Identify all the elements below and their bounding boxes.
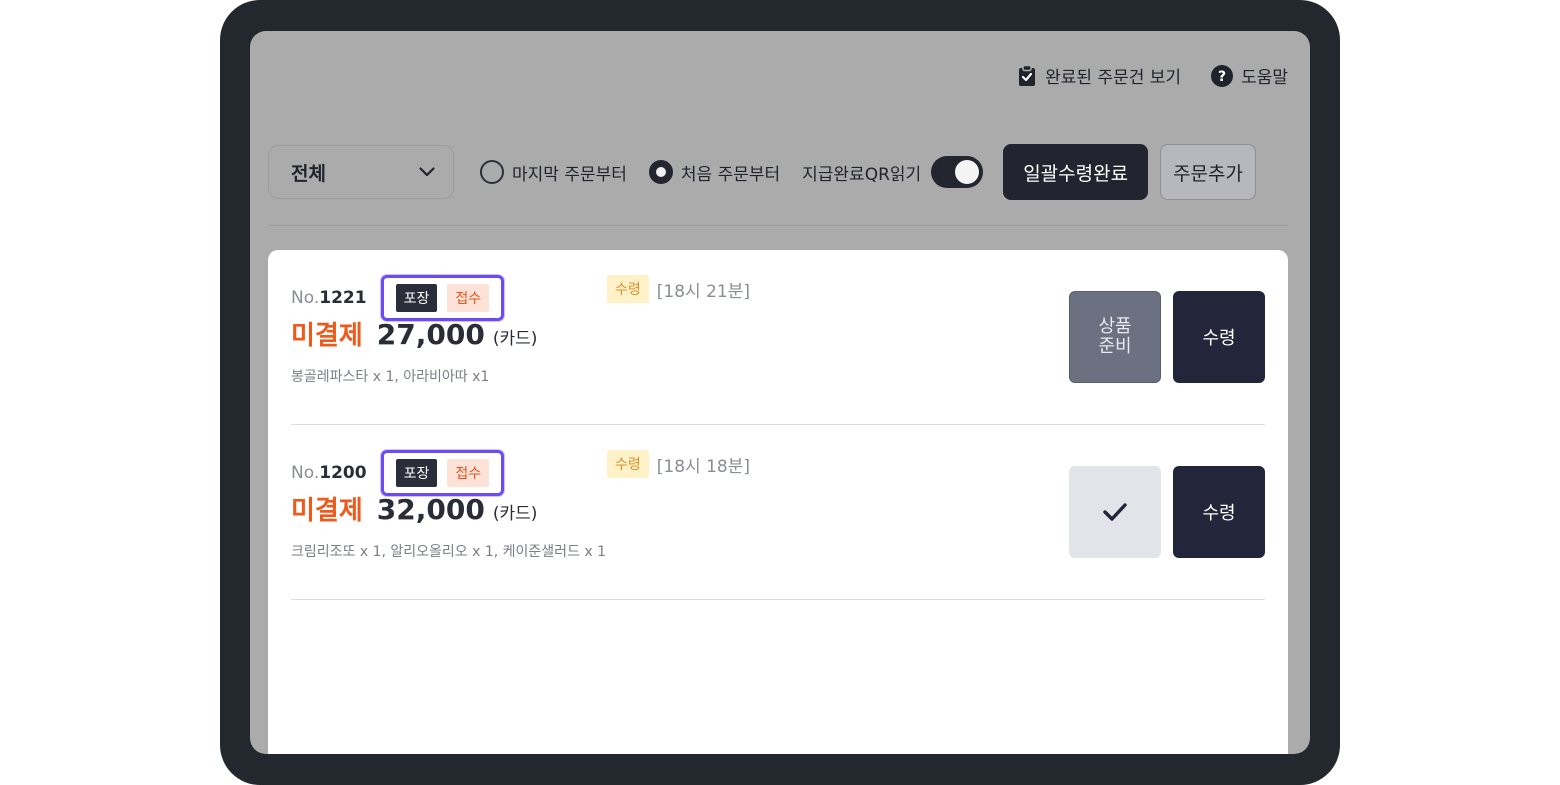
tablet-frame: 완료된 주문건 보기 ? 도움말 전체 마지막 주문부터 처음 주문부터 지급완… — [220, 0, 1340, 785]
order-card: No.1200 포장 접수 수령 [18시 18분] 미결제 32,000 (카… — [291, 425, 1265, 600]
pickup-time-group: 수령 [18시 21분] — [607, 275, 750, 303]
sort-last-first-label: 마지막 주문부터 — [512, 164, 627, 185]
radio-checked-icon — [648, 160, 673, 184]
prepare-product-line1: 상품 — [1098, 316, 1132, 337]
question-circle-icon: ? — [1211, 64, 1234, 87]
received-status-tag: 접수 — [447, 459, 490, 487]
checkmark-icon — [1102, 502, 1128, 522]
category-select[interactable]: 전체 — [268, 145, 454, 199]
divider — [268, 225, 1288, 226]
radio-unchecked-icon — [480, 160, 504, 184]
qr-toggle-label: 지급완료QR읽기 — [802, 164, 922, 185]
order-number: No.1221 — [291, 288, 367, 308]
add-order-button[interactable]: 주문추가 — [1160, 144, 1256, 200]
order-amount: 32,000 — [376, 493, 485, 526]
clipboard-check-icon — [1017, 64, 1037, 87]
payment-method: (카드) — [492, 504, 538, 524]
order-amount: 27,000 — [376, 318, 485, 351]
qr-toggle-switch[interactable] — [931, 156, 984, 188]
order-card: No.1221 포장 접수 수령 [18시 21분] 미결제 27,000 (카… — [291, 250, 1265, 425]
pickup-button[interactable]: 수령 — [1173, 291, 1265, 383]
pickup-time-group: 수령 [18시 18분] — [607, 450, 750, 478]
prepare-product-button[interactable]: 상품 준비 — [1069, 291, 1161, 383]
ready-check-button[interactable] — [1069, 466, 1161, 558]
pickup-time: [18시 21분] — [656, 281, 750, 302]
chevron-down-icon — [419, 167, 435, 177]
qr-toggle-group: 지급완료QR읽기 — [802, 156, 984, 188]
payment-row: 미결제 32,000 (카드) — [291, 490, 537, 527]
sort-last-first-radio[interactable]: 마지막 주문부터 — [480, 160, 627, 185]
order-items: 봉골레파스타 x 1, 아라비아따 x1 — [291, 369, 490, 385]
packaging-tag: 포장 — [395, 284, 438, 312]
help-link[interactable]: ? 도움말 — [1211, 63, 1288, 88]
top-links: 완료된 주문건 보기 ? 도움말 — [1017, 63, 1288, 88]
sort-first-first-radio[interactable]: 처음 주문부터 — [648, 160, 781, 185]
pickup-time: [18시 18분] — [656, 456, 750, 477]
help-label: 도움말 — [1241, 68, 1288, 88]
pickup-tag: 수령 — [607, 450, 649, 478]
completed-orders-link[interactable]: 완료된 주문건 보기 — [1017, 63, 1181, 88]
packaging-tag: 포장 — [395, 459, 438, 487]
pickup-tag: 수령 — [607, 275, 649, 303]
category-select-value: 전체 — [291, 162, 326, 185]
payment-status: 미결제 — [291, 496, 363, 526]
prepare-product-line2: 준비 — [1098, 336, 1132, 357]
filter-bar: 전체 마지막 주문부터 처음 주문부터 지급완료QR읽기 일괄수령완료 주문추가 — [268, 144, 1288, 200]
payment-method: (카드) — [492, 329, 538, 349]
completed-orders-label: 완료된 주문건 보기 — [1045, 68, 1182, 88]
order-items: 크림리조또 x 1, 알리오올리오 x 1, 케이준샐러드 x 1 — [291, 544, 607, 560]
received-status-tag: 접수 — [447, 284, 490, 312]
pickup-button[interactable]: 수령 — [1173, 466, 1265, 558]
payment-row: 미결제 27,000 (카드) — [291, 315, 537, 352]
svg-text:?: ? — [1218, 69, 1226, 85]
payment-status: 미결제 — [291, 321, 363, 351]
order-list-panel: No.1221 포장 접수 수령 [18시 21분] 미결제 27,000 (카… — [268, 250, 1288, 754]
sort-first-first-label: 처음 주문부터 — [680, 164, 781, 185]
order-number: No.1200 — [291, 463, 367, 483]
app-screen: 완료된 주문건 보기 ? 도움말 전체 마지막 주문부터 처음 주문부터 지급완… — [250, 31, 1310, 754]
bulk-pickup-complete-button[interactable]: 일괄수령완료 — [1003, 144, 1149, 200]
toggle-knob — [955, 160, 980, 184]
